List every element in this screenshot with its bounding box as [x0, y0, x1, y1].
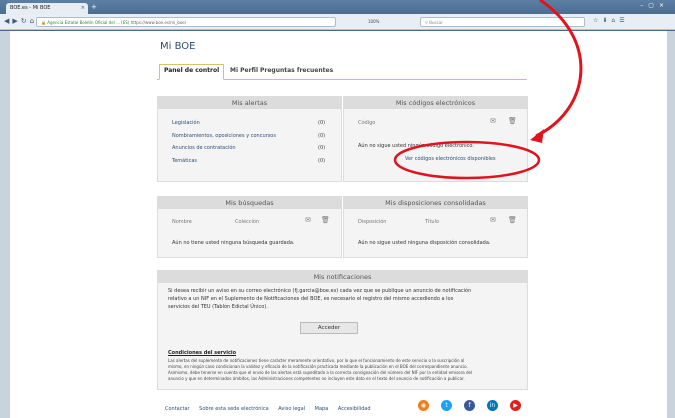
trash-icon[interactable]: 🗑: [321, 216, 330, 224]
footer-link-mapa[interactable]: Mapa: [315, 406, 329, 412]
disposiciones-empty-message: Aún no sigue usted ninguna disposición c…: [358, 240, 491, 246]
acceder-button[interactable]: Acceder: [300, 322, 358, 334]
footer-link-contactar[interactable]: Contactar: [165, 406, 190, 412]
linkedin-icon[interactable]: in: [487, 400, 498, 411]
alerta-count: (0): [318, 133, 326, 139]
tab-panel-de-control[interactable]: Panel de control: [159, 64, 225, 80]
condiciones-title: Condiciones del servicio: [168, 350, 237, 356]
ver-codigos-link[interactable]: Ver códigos electrónicos disponibles: [405, 156, 496, 162]
rss-icon[interactable]: ◉: [418, 400, 429, 411]
panel-disposiciones: Mis disposiciones consolidadas: [343, 196, 528, 258]
condiciones-text-1: Las alertas del suplemento de notificaci…: [168, 358, 465, 363]
tab-mi-perfil[interactable]: Mi Perfil: [230, 67, 258, 74]
codigos-heading: Mis códigos electrónicos: [344, 97, 527, 109]
notificaciones-text-2: relativo a un NIF en el Suplemento de No…: [168, 296, 454, 302]
search-placeholder: Buscar: [429, 20, 443, 25]
page-frame-right: [667, 31, 675, 418]
alerta-tematicas[interactable]: Temáticas: [172, 158, 197, 164]
alertas-heading: Mis alertas: [158, 97, 341, 109]
new-tab-button[interactable]: +: [91, 3, 97, 11]
window-controls[interactable]: –▢×: [640, 2, 669, 9]
twitter-icon[interactable]: t: [441, 400, 452, 411]
alerta-count: (0): [318, 120, 326, 126]
search-input[interactable]: ⚲ Buscar: [420, 17, 585, 27]
condiciones-text-2: mismo, en ningún caso condicionan la val…: [168, 364, 468, 369]
disposiciones-col-disposicion: Disposición: [358, 219, 387, 225]
page-title: Mi BOE: [160, 41, 196, 52]
alerta-anuncios[interactable]: Anuncios de contratación: [172, 145, 236, 151]
youtube-icon[interactable]: ▶: [510, 400, 521, 411]
url-bar[interactable]: 🔒 Agencia Estatal Boletín Oficial del ..…: [36, 17, 336, 27]
toolbar-icons[interactable]: ☆⬇⌂☰: [593, 17, 629, 24]
busquedas-col-coleccion: Colección: [235, 219, 260, 225]
nav-buttons[interactable]: ◀▶↻⌂: [4, 17, 37, 25]
notificaciones-heading: Mis notificaciones: [158, 271, 527, 283]
footer-links: Contactar Sobre esta sede electrónica Av…: [165, 406, 379, 412]
browser-tab[interactable]: BOE.es - Mi BOE ×: [6, 3, 88, 14]
codigos-empty-message: Aún no sigue usted ningún código electró…: [358, 143, 474, 149]
alerta-count: (0): [318, 158, 326, 164]
trash-icon[interactable]: 🗑: [508, 117, 517, 125]
facebook-icon[interactable]: f: [464, 400, 475, 411]
notificaciones-text-3: servicios del TEU (Tablón Edictal Único)…: [168, 304, 268, 310]
url-text: https://www.boe.es/mi_boe/: [130, 20, 187, 25]
mail-icon[interactable]: ✉: [490, 216, 496, 224]
disposiciones-col-titulo: Título: [425, 219, 440, 225]
lock-icon: 🔒: [41, 20, 46, 25]
close-tab-icon[interactable]: ×: [81, 5, 85, 11]
busquedas-heading: Mis búsquedas: [158, 197, 341, 209]
zoom-level[interactable]: 100%: [368, 19, 379, 24]
footer-link-aviso-legal[interactable]: Aviso legal: [278, 406, 305, 412]
tab-preguntas-frecuentes[interactable]: Preguntas frecuentes: [260, 67, 333, 74]
trash-icon[interactable]: 🗑: [508, 216, 517, 224]
codigos-column-header: Código: [358, 120, 376, 126]
notificaciones-text-1: Si desea recibir un aviso en su correo e…: [168, 288, 472, 294]
panel-codigos: Mis códigos electrónicos: [343, 96, 528, 182]
alerta-legislacion[interactable]: Legislación: [172, 120, 200, 126]
busquedas-col-nombre: Nombre: [172, 219, 192, 225]
page-tabs: Panel de control Mi Perfil Preguntas fre…: [157, 64, 527, 80]
alerta-count: (0): [318, 145, 326, 151]
page-frame-left: [0, 31, 10, 418]
mail-icon[interactable]: ✉: [490, 117, 496, 125]
footer-link-sede[interactable]: Sobre esta sede electrónica: [199, 406, 268, 412]
mail-icon[interactable]: ✉: [305, 216, 311, 224]
condiciones-text-3: Asimismo, debe tenerse en cuenta que el …: [168, 370, 473, 375]
panel-alertas: Mis alertas: [157, 96, 342, 182]
browser-nav-bar: ◀▶↻⌂ 🔒 Agencia Estatal Boletín Oficial d…: [0, 14, 675, 30]
panel-busquedas: Mis búsquedas: [157, 196, 342, 258]
disposiciones-heading: Mis disposiciones consolidadas: [344, 197, 527, 209]
busquedas-empty-message: Aún no tiene usted ninguna búsqueda guar…: [172, 240, 295, 246]
alerta-nombramientos[interactable]: Nombramientos, oposiciones y concursos: [172, 133, 276, 139]
footer-link-accesibilidad[interactable]: Accesibilidad: [338, 406, 371, 412]
browser-tab-bar: BOE.es - Mi BOE × + –▢×: [0, 0, 675, 14]
browser-tab-title: BOE.es - Mi BOE: [10, 5, 51, 11]
condiciones-text-4: anuncio y que en determinados ámbitos, l…: [168, 376, 465, 381]
url-secure-label: Agencia Estatal Boletín Oficial del ... …: [47, 20, 130, 25]
